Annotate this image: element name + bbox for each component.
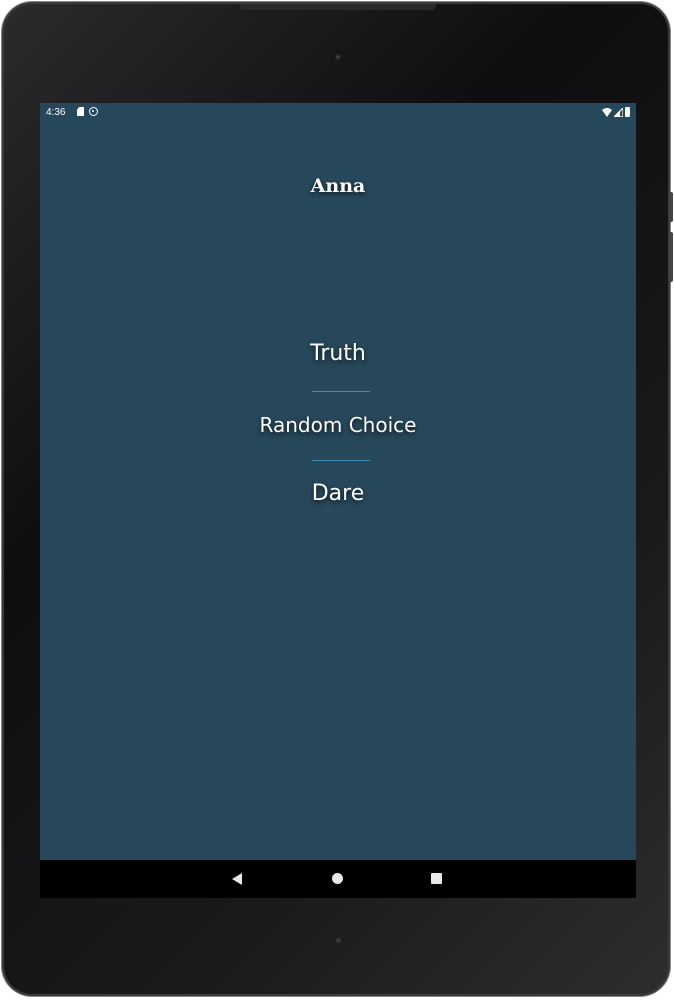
wifi-icon bbox=[602, 107, 612, 117]
power-button bbox=[669, 192, 673, 222]
divider-bottom bbox=[312, 460, 370, 461]
notification-icons bbox=[77, 107, 98, 116]
sd-card-icon bbox=[77, 107, 84, 116]
status-time: 4:36 bbox=[46, 107, 66, 118]
home-icon[interactable] bbox=[332, 873, 343, 884]
front-camera bbox=[333, 52, 343, 62]
sync-icon bbox=[89, 107, 98, 116]
app-content: Anna Truth Random Choice Dare bbox=[40, 123, 636, 860]
system-icons bbox=[602, 107, 630, 117]
device-top-edge bbox=[240, 4, 436, 10]
recents-icon[interactable] bbox=[431, 873, 442, 884]
cell-signal-icon bbox=[614, 107, 623, 117]
microphone-icon bbox=[336, 938, 341, 943]
navigation-bar bbox=[40, 860, 636, 898]
player-name: Anna bbox=[310, 175, 366, 197]
tablet-device: 4:36 Anna Truth Random Choice Dare bbox=[2, 2, 673, 996]
back-icon[interactable] bbox=[232, 873, 242, 885]
divider-top bbox=[312, 391, 370, 392]
dare-button[interactable]: Dare bbox=[40, 481, 636, 506]
status-bar: 4:36 bbox=[40, 103, 636, 123]
volume-button bbox=[669, 232, 673, 282]
battery-icon bbox=[625, 107, 630, 117]
truth-button[interactable]: Truth bbox=[40, 341, 636, 366]
screen: 4:36 Anna Truth Random Choice Dare bbox=[40, 103, 636, 898]
random-choice-button[interactable]: Random Choice bbox=[40, 413, 636, 437]
